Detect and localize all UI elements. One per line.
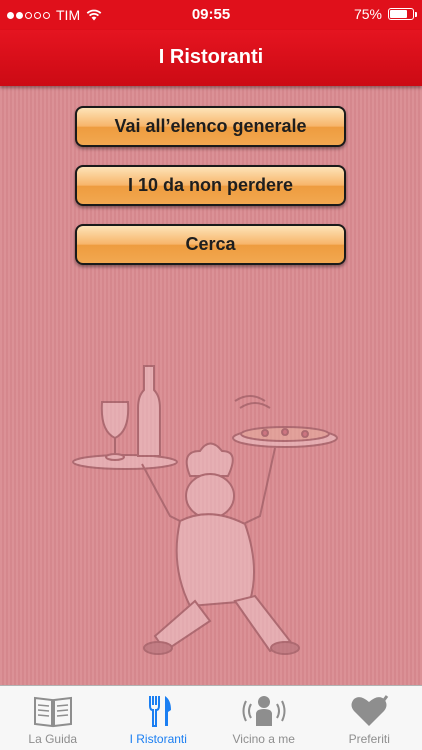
battery-icon (388, 8, 417, 20)
tab-label: I Ristoranti (129, 732, 187, 746)
book-icon (33, 696, 72, 728)
status-bar: TIM 09:55 75% (0, 0, 422, 30)
tab-preferiti[interactable]: Preferiti (317, 686, 422, 750)
battery-percent: 75% (353, 6, 382, 22)
page-title: I Ristoranti (158, 46, 264, 68)
heart-pen-icon (351, 695, 389, 726)
battery-group: 75% (353, 6, 417, 22)
tab-label: La Guida (28, 732, 78, 746)
tab-vicino-a-me[interactable]: Vicino a me (211, 686, 317, 750)
tab-i-ristoranti[interactable]: I Ristoranti (106, 686, 212, 750)
search-button[interactable]: Cerca (75, 224, 346, 265)
general-list-button[interactable]: Vai all’elenco generale (75, 106, 346, 147)
fork-knife-icon (149, 696, 172, 727)
tab-la-guida[interactable]: La Guida (0, 686, 106, 750)
navigation-bar: I Ristoranti (0, 30, 422, 86)
top-ten-button[interactable]: I 10 da non perdere (75, 165, 346, 206)
tab-label: Vicino a me (232, 732, 295, 746)
person-location-icon (242, 696, 286, 726)
waiter-illustration (72, 365, 338, 655)
main-content: Vai all’elenco generale I 10 da non perd… (0, 86, 422, 685)
tab-bar: La Guida I Ristoranti Vicino a me Prefer… (0, 685, 422, 750)
tab-label: Preferiti (348, 732, 390, 746)
